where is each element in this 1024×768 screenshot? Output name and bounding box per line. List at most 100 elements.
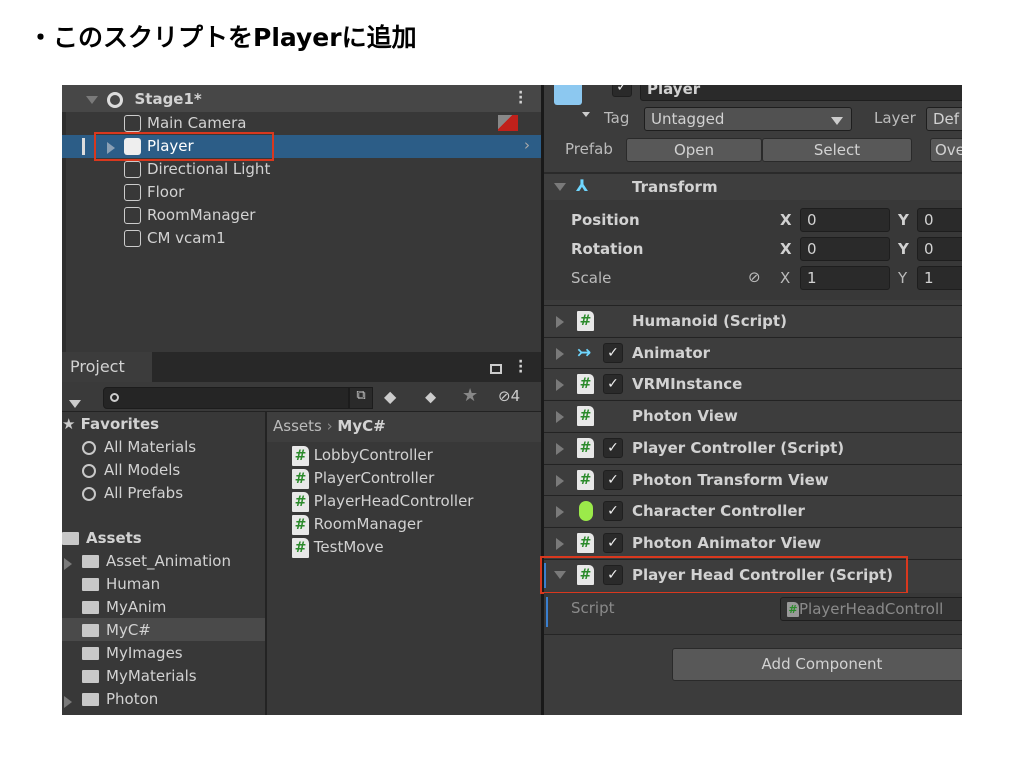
script-file[interactable]: # PlayerController [292, 467, 434, 490]
chevron-right-icon: › [326, 417, 338, 435]
component-header[interactable]: # ✓ Photon Transform View [544, 463, 962, 495]
csharp-script-icon: # [292, 515, 309, 535]
rotation-y-field[interactable]: 0 [917, 237, 962, 261]
component-header[interactable]: # Photon View [544, 400, 962, 432]
breadcrumb-myc[interactable]: MyC# [337, 417, 385, 435]
component-header[interactable]: ✓ Character Controller [544, 495, 962, 527]
enabled-checkbox[interactable]: ✓ [603, 501, 623, 522]
enabled-checkbox[interactable]: ✓ [603, 342, 623, 363]
tab-project[interactable]: Project [62, 352, 152, 382]
script-file[interactable]: # RoomManager [292, 513, 422, 536]
position-label[interactable]: Position [571, 211, 640, 229]
prefab-overrides-button[interactable]: Ove [930, 138, 962, 162]
component-header[interactable]: # Humanoid (Script) [544, 305, 962, 336]
lock-icon[interactable] [490, 364, 502, 374]
favorite-item[interactable]: All Prefabs [82, 482, 183, 505]
tag-label: Tag [604, 109, 630, 127]
collapse-icon[interactable] [86, 96, 98, 104]
folder-item[interactable]: Photon [82, 688, 158, 711]
folder-item[interactable]: MyAnim [82, 596, 166, 619]
enabled-checkbox[interactable]: ✓ [603, 374, 623, 395]
create-dropdown-icon[interactable] [69, 394, 81, 412]
filter-by-type-icon[interactable]: ◆ [384, 387, 396, 406]
object-name-field[interactable]: Player [640, 85, 962, 101]
breadcrumb: Assets › MyC# [267, 412, 541, 442]
inspector-panel: ✓ Player Tag Untagged Layer Def Prefab O… [540, 85, 962, 715]
expand-icon[interactable] [556, 379, 564, 392]
component-header[interactable]: ↣ ✓ Animator [544, 336, 962, 368]
script-file[interactable]: # PlayerHeadController [292, 490, 473, 513]
favorite-item[interactable]: All Materials [82, 436, 196, 459]
more-menu-icon[interactable]: · · · [518, 355, 523, 379]
search-icon [110, 393, 119, 402]
add-component-button[interactable]: Add Component [672, 648, 962, 681]
gameobject-cube-icon [124, 184, 141, 201]
script-file[interactable]: # TestMove [292, 536, 384, 559]
component-header[interactable]: # ✓ Photon Animator View [544, 526, 962, 558]
filter-by-label-icon[interactable]: ⬥ [425, 387, 436, 407]
position-x-field[interactable]: 0 [800, 208, 890, 232]
expand-icon[interactable] [556, 411, 564, 424]
favorite-item[interactable]: All Models [82, 459, 180, 482]
folder-item[interactable]: MyImages [82, 642, 183, 665]
scene-header[interactable]: Stage1* [86, 88, 202, 111]
position-y-field[interactable]: 0 [917, 208, 962, 232]
rotation-x-field[interactable]: 0 [800, 237, 890, 261]
hierarchy-item[interactable]: RoomManager [124, 204, 255, 227]
scale-y-field[interactable]: 1 [917, 266, 962, 290]
expand-icon[interactable] [556, 347, 564, 360]
hierarchy-item[interactable]: Directional Light [124, 158, 270, 181]
script-file[interactable]: # LobbyController [292, 444, 433, 467]
active-checkbox[interactable]: ✓ [612, 85, 632, 97]
icon-dropdown-icon[interactable] [582, 103, 590, 121]
script-reference-field[interactable]: #PlayerHeadControll [780, 597, 962, 621]
favorites-star-icon[interactable]: ★ [462, 385, 478, 406]
scale-label[interactable]: Scale [571, 269, 611, 287]
chevron-right-icon[interactable]: › [524, 136, 530, 154]
constrain-proportions-icon[interactable]: ⊘ [748, 268, 761, 286]
folder-icon [82, 670, 99, 683]
folder-item[interactable]: Human [82, 573, 160, 596]
search-mode-icon[interactable]: ⧉ [349, 387, 373, 409]
tag-dropdown[interactable]: Untagged [644, 107, 852, 131]
folder-item[interactable]: Asset_Animation [82, 550, 231, 573]
folder-item-selected[interactable]: MyC# [82, 619, 151, 642]
expand-icon[interactable] [556, 537, 564, 550]
scale-x-field[interactable]: 1 [800, 266, 890, 290]
hierarchy-item[interactable]: CM vcam1 [124, 227, 226, 250]
gameobject-cube-icon [124, 207, 141, 224]
assets-header[interactable]: Assets [62, 527, 142, 550]
expand-icon[interactable] [64, 696, 72, 708]
csharp-script-icon: # [577, 311, 594, 331]
expand-icon[interactable] [556, 506, 564, 519]
enabled-checkbox[interactable]: ✓ [603, 437, 623, 458]
expand-icon[interactable] [64, 558, 72, 570]
breadcrumb-assets[interactable]: Assets [273, 417, 322, 435]
rotation-label[interactable]: Rotation [571, 240, 643, 258]
gameobject-cube-icon [124, 161, 141, 178]
more-menu-icon[interactable]: · · · [518, 86, 523, 110]
expand-icon[interactable] [556, 442, 564, 455]
component-header[interactable]: # ✓ Player Controller (Script) [544, 431, 962, 463]
favorites-header[interactable]: ★ Favorites [62, 413, 159, 436]
hidden-packages-toggle[interactable]: ⊘4 [498, 387, 520, 405]
csharp-script-icon: # [292, 492, 309, 512]
layer-dropdown[interactable]: Def [926, 107, 962, 131]
prefab-open-button[interactable]: Open [626, 138, 762, 162]
search-input[interactable] [103, 387, 349, 409]
csharp-script-icon: # [577, 374, 594, 395]
hierarchy-item[interactable]: Floor [124, 181, 184, 204]
expand-icon[interactable] [556, 474, 564, 487]
expand-icon[interactable] [556, 316, 564, 328]
collapse-icon[interactable] [554, 183, 566, 191]
enabled-checkbox[interactable]: ✓ [603, 532, 623, 553]
enabled-checkbox[interactable]: ✓ [603, 469, 623, 490]
new-component-highlight-box [540, 556, 908, 594]
component-header[interactable]: # ✓ VRMInstance [544, 368, 962, 400]
script-label: Script [571, 599, 615, 617]
transform-header[interactable]: ⅄ Transform [544, 172, 962, 200]
folder-icon [82, 624, 99, 637]
prefab-select-button[interactable]: Select [762, 138, 912, 162]
folder-item[interactable]: MyMaterials [82, 665, 197, 688]
x-label: X [780, 240, 792, 258]
